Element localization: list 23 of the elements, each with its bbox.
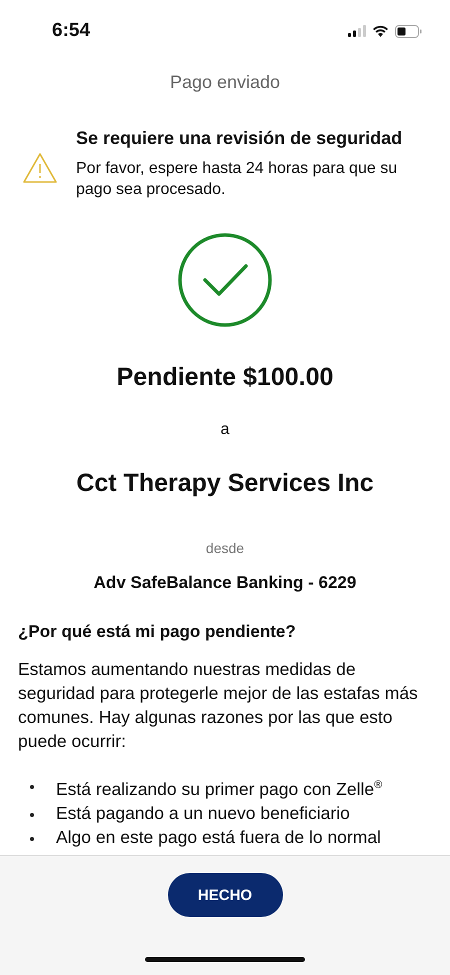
recipient-name: Cct Therapy Services Inc [75, 469, 375, 498]
bullet-icon [30, 812, 34, 817]
signal-icon [348, 25, 366, 37]
warning-icon [22, 152, 58, 184]
done-button[interactable]: HECHO [168, 873, 282, 917]
screen-title: Pago enviado [168, 72, 282, 93]
reason-text: Algo en este pago está fuera de lo normal [56, 826, 381, 849]
reason-text: Está realizando su primer pago con Zelle$^{®}$ [56, 778, 382, 801]
bullet-icon [30, 785, 34, 789]
alert-message: Por favor, espere hasta 24 horas para que su pago sea procesado. [76, 159, 398, 200]
reason-text: Está pagando a un nuevo beneficiario [56, 802, 350, 825]
question-heading: ¿Por qué está mi pago pendiente? [18, 622, 297, 642]
account-name: Adv SafeBalance Banking - 6229 [92, 573, 358, 593]
bullet-icon [30, 836, 34, 841]
explanation-text: Estamos aumentando nuestras medidas de seguridad para protegerle mejor de las estafas más comunes. Hay algunas razones por las que esto puede ocurrir: [18, 658, 419, 753]
status-time: 6:54 [52, 20, 90, 42]
payment-amount: Pendiente $100.00 [116, 363, 334, 392]
wifi-icon [372, 25, 389, 37]
to-label: a [220, 421, 230, 439]
alert-title: Se requiere una revisión de seguridad [76, 128, 404, 149]
checkmark-icon [178, 233, 272, 327]
battery-icon [395, 24, 422, 38]
from-label: desde [204, 540, 246, 556]
